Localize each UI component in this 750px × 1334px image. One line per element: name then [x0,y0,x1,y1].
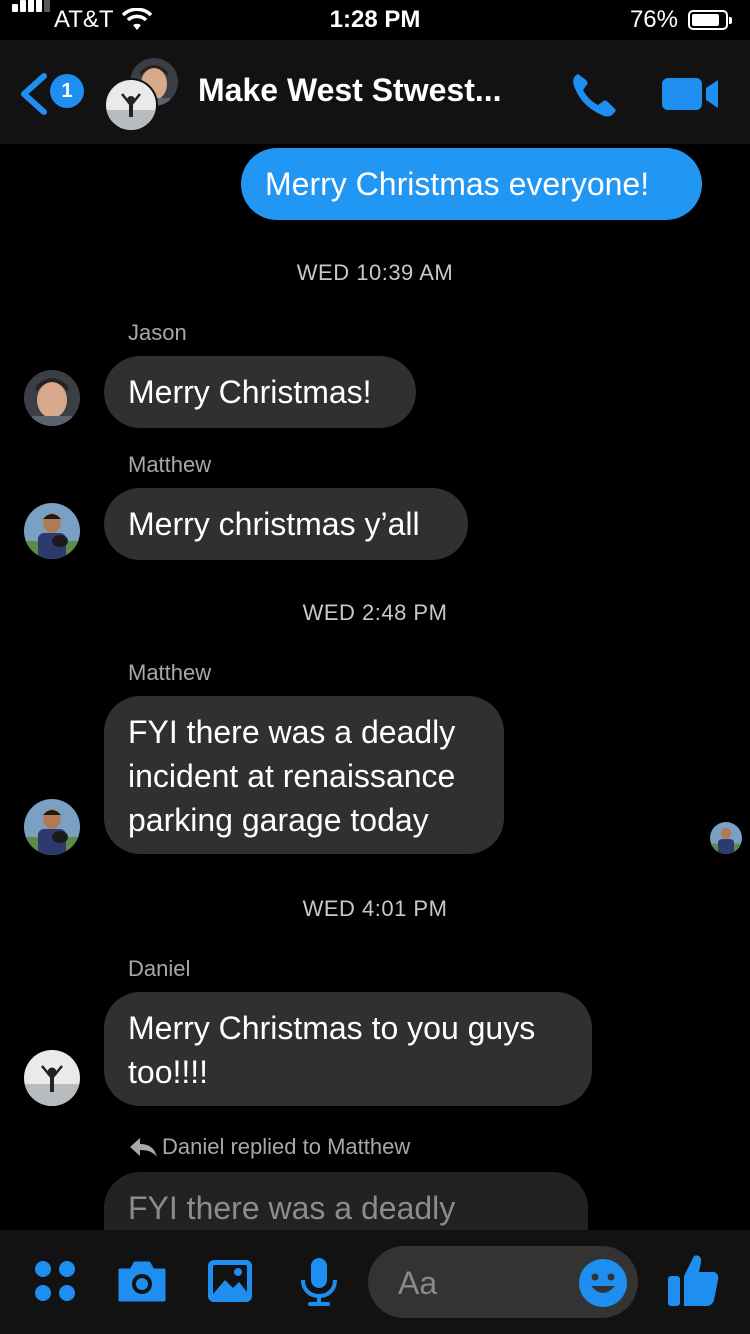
composer-bar: Aa [0,1230,750,1334]
read-receipt-avatar [710,822,742,854]
battery-icon [688,10,732,30]
message-text-line: too!!!! [128,1054,209,1090]
microphone-icon[interactable] [298,1256,340,1308]
timestamp: WED 10:39 AM [296,260,454,285]
group-avatar-daniel[interactable] [104,78,158,132]
reply-arrow-icon [130,1138,157,1157]
message-text-line: parking garage today [128,802,429,838]
message-list[interactable]: Merry Christmas everyone! WED 10:39 AM J… [0,144,750,1230]
timestamp: WED 2:48 PM [302,600,448,625]
outgoing-message[interactable]: Merry Christmas everyone! [241,148,702,220]
status-bar: AT&T 1:28 PM 76% [0,0,750,40]
avatar-jason[interactable] [24,370,80,426]
message-text: Merry christmas y’all [128,506,420,542]
sender-name: Daniel [128,956,191,981]
message-text-line: Merry Christmas to you guys [128,1010,536,1046]
avatar-matthew[interactable] [24,503,80,559]
sender-name: Matthew [128,452,212,477]
message-text: Merry Christmas everyone! [265,166,650,202]
message-input-placeholder: Aa [398,1265,438,1301]
thumbs-up-icon[interactable] [666,1252,720,1308]
battery-percent: 76% [629,6,678,33]
quoted-text: FYI there was a deadly incident [128,1190,456,1226]
incoming-message[interactable]: Merry christmas y’all [104,488,468,560]
timestamp: WED 4:01 PM [302,896,448,921]
incoming-message[interactable]: Merry Christmas! [104,356,416,428]
sender-name: Jason [128,320,187,345]
emoji-icon[interactable] [578,1258,628,1308]
incoming-message[interactable]: FYI there was a deadly incident at renai… [104,696,504,854]
message-text: Merry Christmas! [128,374,372,410]
sender-name: Matthew [128,660,212,685]
gallery-icon[interactable] [206,1258,254,1304]
video-camera-icon[interactable] [662,76,720,112]
phone-icon[interactable] [568,68,620,120]
conversation-title[interactable]: Make West Stwest... [198,72,502,109]
message-input[interactable]: Aa [368,1246,638,1318]
conversation-header: 1 Make West Stwest... [0,40,750,144]
reply-label: Daniel replied to Matthew [162,1134,411,1159]
avatar-daniel[interactable] [24,1050,80,1106]
message-text-line: FYI there was a deadly [128,714,456,750]
camera-icon[interactable] [116,1258,168,1304]
unread-badge[interactable]: 1 [50,74,84,108]
incoming-message[interactable]: Merry Christmas to you guys too!!!! [104,992,592,1106]
back-chevron-icon[interactable] [18,72,48,116]
avatar-matthew[interactable] [24,799,80,855]
reply-indicator: Daniel replied to Matthew [128,1134,410,1160]
apps-grid-icon[interactable] [34,1260,76,1302]
quoted-reply-preview[interactable]: FYI there was a deadly incident [104,1172,588,1230]
message-text-line: incident at renaissance [128,758,456,794]
